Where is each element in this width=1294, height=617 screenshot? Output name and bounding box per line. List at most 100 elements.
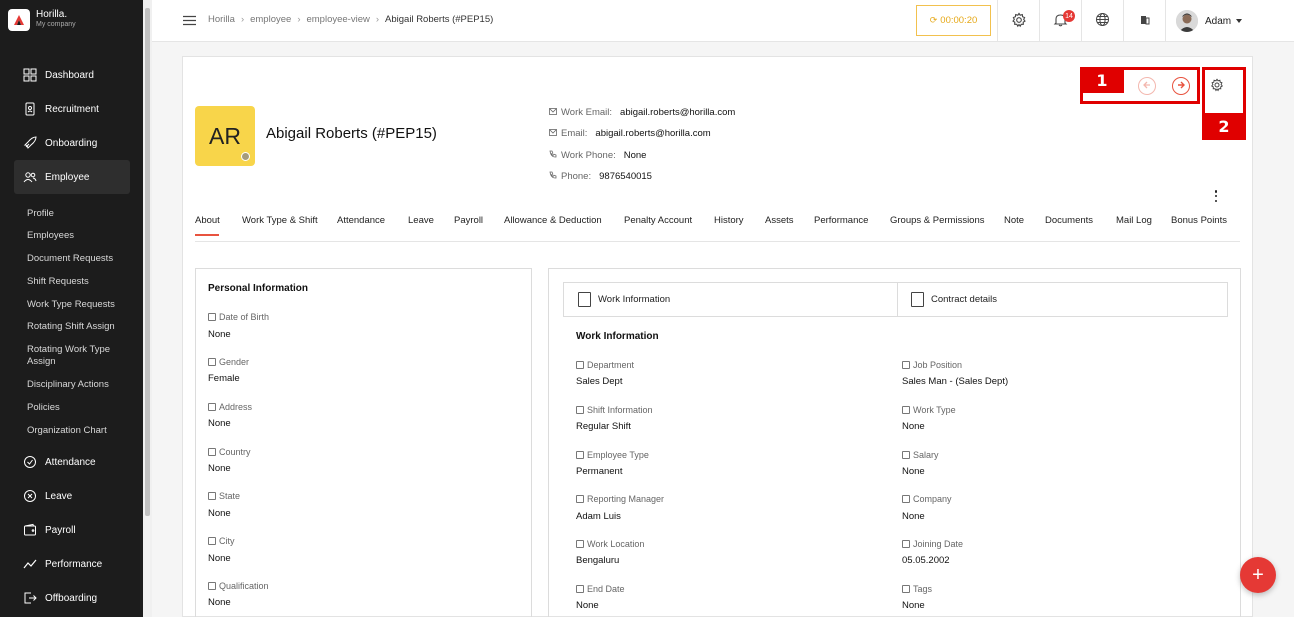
mail-icon <box>549 128 557 139</box>
tab-groups-permissions[interactable]: Groups & Permissions <box>890 215 985 226</box>
breadcrumb-current: Abigail Roberts (#PEP15) <box>385 14 494 25</box>
department-icon <box>576 361 584 369</box>
clock-in-timer-button[interactable]: ⟳ 00:00:20 <box>916 5 991 36</box>
tab-history[interactable]: History <box>714 215 744 226</box>
sidebar-item-dashboard[interactable]: Dashboard <box>14 58 130 92</box>
sidebar-item-label: Employee <box>45 171 90 183</box>
employee-profile-card: AR Abigail Roberts (#PEP15) Work Email: … <box>182 56 1253 617</box>
field-label-text: Address <box>219 402 253 412</box>
sidebar-sub-shift-requests[interactable]: Shift Requests <box>27 276 127 288</box>
field-value: Sales Man - (Sales Dept) <box>902 376 1009 387</box>
field-label-text: Country <box>219 447 251 457</box>
language-button[interactable] <box>1081 0 1123 42</box>
tab-assets[interactable]: Assets <box>765 215 794 226</box>
contact-label: Work Email: <box>561 107 613 118</box>
field-label-text: End Date <box>587 584 625 594</box>
contact-phone: Phone: 9876540015 <box>549 171 652 182</box>
sidebar-item-offboarding[interactable]: Offboarding <box>14 581 130 615</box>
add-button[interactable]: + <box>1240 557 1276 593</box>
sidebar-item-recruitment[interactable]: Recruitment <box>14 92 130 126</box>
breadcrumb-item[interactable]: Horilla <box>208 14 235 25</box>
tab-payroll[interactable]: Payroll <box>454 215 483 226</box>
breadcrumb: Horilla › employee › employee-view › Abi… <box>208 14 493 25</box>
manager-icon <box>576 495 584 503</box>
sidebar-scrollbar[interactable] <box>143 0 152 617</box>
sidebar-item-payroll[interactable]: Payroll <box>14 513 130 547</box>
tab-leave[interactable]: Leave <box>408 215 434 226</box>
tab-attendance[interactable]: Attendance <box>337 215 385 226</box>
chart-line-icon <box>23 557 37 571</box>
location-icon <box>208 492 216 500</box>
annotation-label-1: 1 <box>1080 67 1124 93</box>
breadcrumb-item[interactable]: employee <box>250 14 291 25</box>
company-name: My company <box>36 21 76 28</box>
field-value: None <box>208 418 231 429</box>
panel-title: Work Information <box>576 331 659 342</box>
sidebar-item-attendance[interactable]: Attendance <box>14 445 130 479</box>
sidebar-item-label: Leave <box>45 490 73 502</box>
contact-value[interactable]: abigail.roberts@horilla.com <box>595 128 710 139</box>
breadcrumb-item[interactable]: employee-view <box>306 14 369 25</box>
contact-value[interactable]: 9876540015 <box>599 171 652 182</box>
briefcase-icon <box>902 361 910 369</box>
sidebar-sub-policies[interactable]: Policies <box>27 402 127 414</box>
more-options-icon[interactable] <box>1214 190 1218 202</box>
sidebar-sub-disciplinary-actions[interactable]: Disciplinary Actions <box>27 379 127 391</box>
field-value: None <box>902 600 925 611</box>
employee-type-icon <box>576 451 584 459</box>
contact-value[interactable]: abigail.roberts@horilla.com <box>620 107 735 118</box>
menu-icon[interactable] <box>183 15 196 26</box>
calendar-icon <box>902 540 910 548</box>
tab-penalty-account[interactable]: Penalty Account <box>624 215 692 226</box>
sidebar-sub-work-type-requests[interactable]: Work Type Requests <box>27 299 127 311</box>
field-value: None <box>902 466 925 477</box>
user-menu[interactable]: Adam <box>1165 0 1294 42</box>
previous-employee-button[interactable] <box>1138 77 1156 95</box>
sidebar-sub-organization-chart[interactable]: Organization Chart <box>27 425 127 437</box>
tab-performance[interactable]: Performance <box>814 215 868 226</box>
tab-mail-log[interactable]: Mail Log <box>1116 215 1152 226</box>
field-label-text: Work Type <box>913 405 956 415</box>
company-switch-button[interactable] <box>1123 0 1165 42</box>
tab-contract-details[interactable]: Contract details <box>911 283 997 316</box>
sidebar-item-leave[interactable]: Leave <box>14 479 130 513</box>
tab-bonus-points[interactable]: Bonus Points <box>1171 215 1227 226</box>
field-label: Date of Birth <box>208 312 269 322</box>
field-label-text: Tags <box>913 584 933 594</box>
tab-documents[interactable]: Documents <box>1045 215 1093 226</box>
sidebar-item-performance[interactable]: Performance <box>14 547 130 581</box>
field-label: Qualification <box>208 581 269 591</box>
personal-information-panel: Personal Information Date of Birth None … <box>195 268 532 617</box>
notifications-button[interactable]: 14 <box>1039 0 1081 42</box>
field-value: Sales Dept <box>576 376 623 387</box>
tab-note[interactable]: Note <box>1004 215 1024 226</box>
tab-work-type-shift[interactable]: Work Type & Shift <box>242 215 318 226</box>
profile-settings-button[interactable] <box>1208 77 1226 95</box>
flag-icon <box>208 448 216 456</box>
field-label: City <box>208 536 235 546</box>
tab-work-information[interactable]: Work Information <box>578 283 671 316</box>
rocket-icon <box>23 136 37 150</box>
field-label-text: Salary <box>913 450 939 460</box>
sidebar: Horilla. My company Dashboard Recruitmen… <box>0 0 143 617</box>
sidebar-sub-profile[interactable]: Profile <box>27 208 127 220</box>
sidebar-sub-document-requests[interactable]: Document Requests <box>27 253 127 265</box>
sidebar-item-onboarding[interactable]: Onboarding <box>14 126 130 160</box>
notification-badge: 14 <box>1063 10 1075 22</box>
sidebar-item-employee[interactable]: Employee <box>14 160 130 194</box>
tab-about[interactable]: About <box>195 215 220 226</box>
sidebar-scrollbar-thumb[interactable] <box>145 8 150 516</box>
main-scrollbar[interactable] <box>1284 42 1294 617</box>
sidebar-sub-rotating-work-type-assign[interactable]: Rotating Work Type Assign <box>27 344 122 368</box>
settings-button[interactable] <box>997 0 1039 42</box>
sidebar-sub-rotating-shift-assign[interactable]: Rotating Shift Assign <box>27 321 127 333</box>
next-employee-button[interactable] <box>1172 77 1190 95</box>
tab-allowance-deduction[interactable]: Allowance & Deduction <box>504 215 602 226</box>
panel-title: Personal Information <box>208 283 309 294</box>
brand[interactable]: Horilla. My company <box>0 0 143 40</box>
sidebar-sub-employees[interactable]: Employees <box>27 230 127 242</box>
book-icon <box>208 582 216 590</box>
field-value: None <box>902 511 925 522</box>
gender-icon <box>208 358 216 366</box>
clock-icon <box>576 406 584 414</box>
